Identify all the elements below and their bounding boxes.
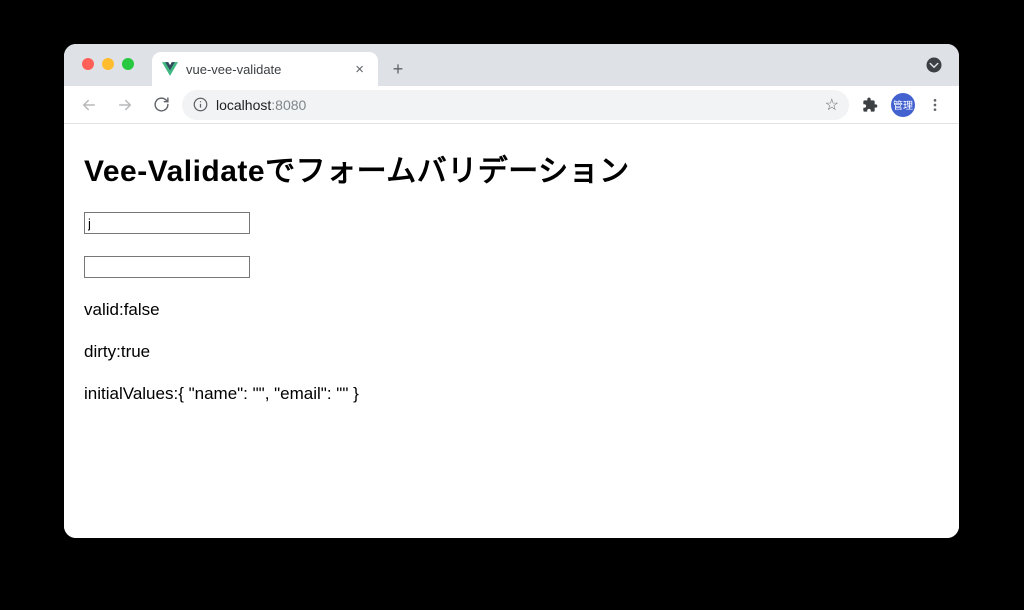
reload-button[interactable]	[146, 90, 176, 120]
bookmark-star-icon[interactable]: ☆	[825, 95, 839, 115]
vue-logo-icon	[162, 61, 178, 77]
browser-tab[interactable]: vue-vee-validate ×	[152, 52, 378, 86]
url-text: localhost:8080	[216, 97, 306, 113]
profile-avatar[interactable]: 管理	[891, 93, 915, 117]
site-info-icon[interactable]	[192, 97, 208, 113]
page-content: Vee-Validateでフォームバリデーション valid:false dir…	[64, 124, 959, 538]
chevron-down-circle-icon[interactable]	[925, 56, 943, 74]
dirty-status: dirty:true	[84, 342, 939, 362]
page-heading: Vee-Validateでフォームバリデーション	[84, 146, 939, 190]
toolbar: localhost:8080 ☆ 管理	[64, 86, 959, 124]
address-bar[interactable]: localhost:8080 ☆	[182, 90, 849, 120]
window-controls	[82, 58, 134, 70]
new-tab-button[interactable]: +	[384, 55, 412, 83]
forward-button[interactable]	[110, 90, 140, 120]
back-button[interactable]	[74, 90, 104, 120]
extensions-button[interactable]	[855, 90, 885, 120]
browser-window: vue-vee-validate × + localhost:8080	[64, 44, 959, 538]
initial-values-status: initialValues:{ "name": "", "email": "" …	[84, 384, 939, 404]
email-input[interactable]	[84, 256, 250, 278]
window-zoom-button[interactable]	[122, 58, 134, 70]
tab-title: vue-vee-validate	[186, 62, 351, 77]
window-close-button[interactable]	[82, 58, 94, 70]
tab-close-icon[interactable]: ×	[351, 60, 368, 79]
window-minimize-button[interactable]	[102, 58, 114, 70]
menu-button[interactable]	[921, 91, 949, 119]
name-input[interactable]	[84, 212, 250, 234]
valid-status: valid:false	[84, 300, 939, 320]
titlebar: vue-vee-validate × +	[64, 44, 959, 86]
